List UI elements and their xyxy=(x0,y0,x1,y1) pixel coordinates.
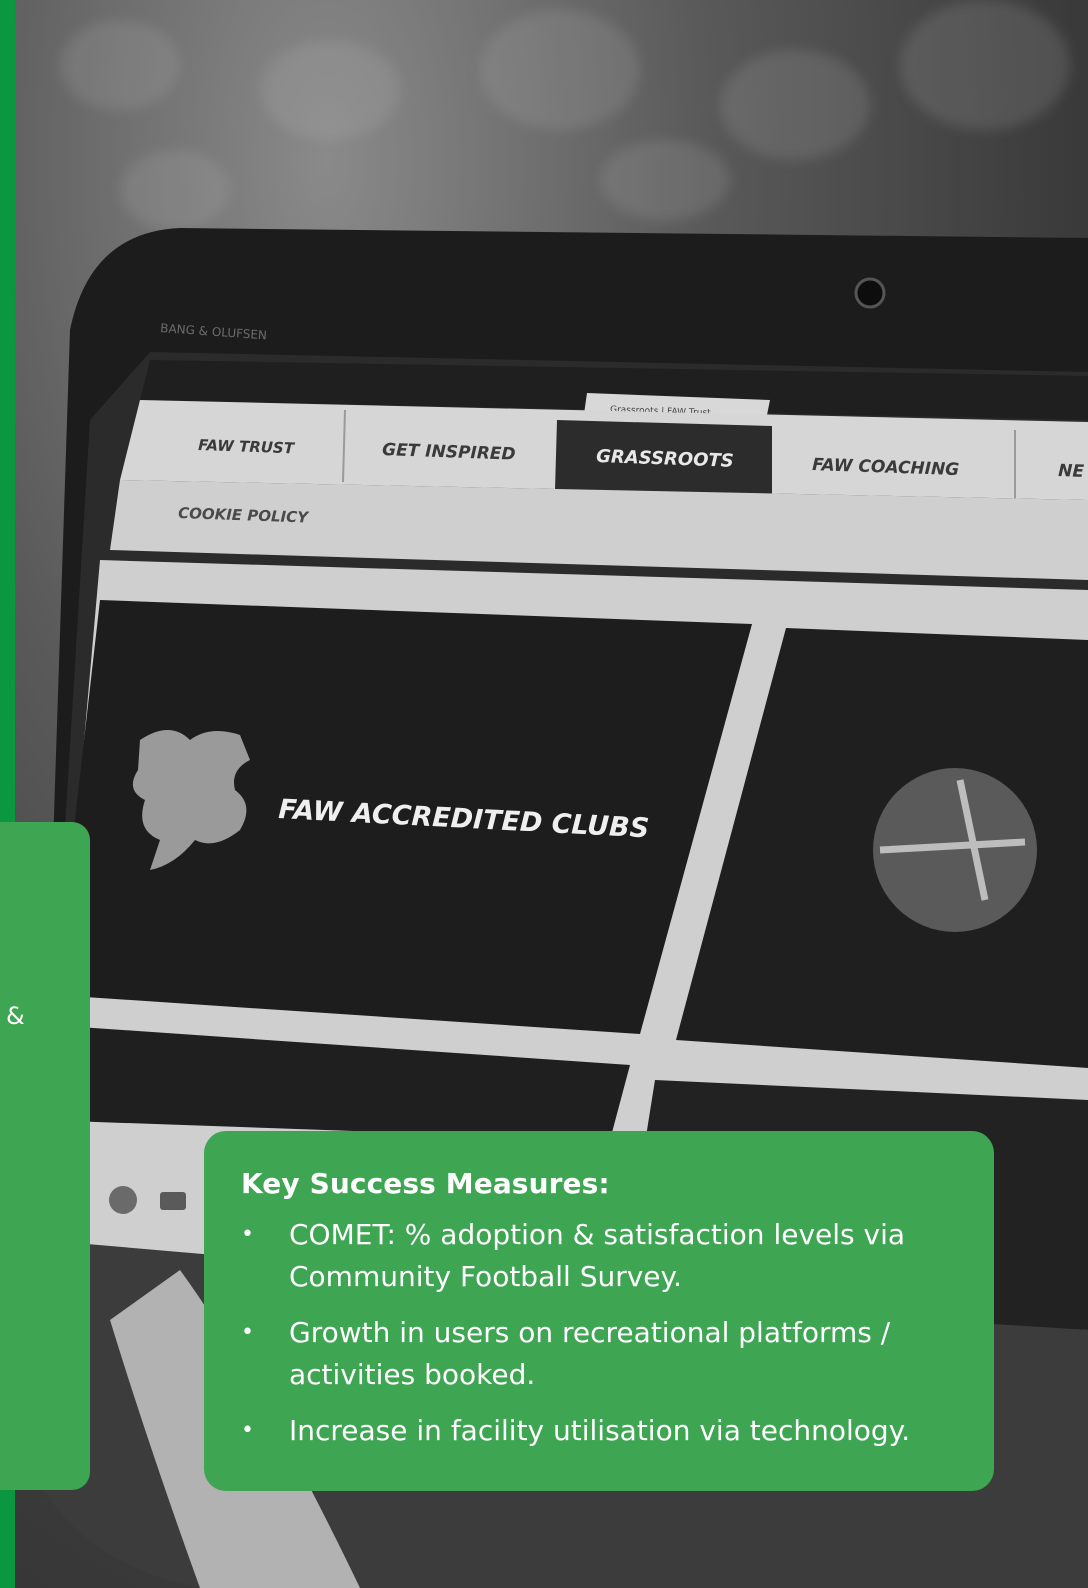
bullet-icon: • xyxy=(241,1222,254,1247)
measure-text: Increase in facility utilisation via tec… xyxy=(289,1414,911,1447)
measures-heading: Key Success Measures: xyxy=(241,1167,610,1200)
taskbar-mail-icon[interactable] xyxy=(160,1192,186,1210)
page: BANG & OLUFSEN Grassroots | FAW Trust FA… xyxy=(0,0,1088,1588)
measure-text: Growth in users on recreational platform… xyxy=(289,1316,891,1391)
taskbar-app-icon[interactable] xyxy=(109,1186,137,1214)
nav-tab-more[interactable]: NE xyxy=(1058,461,1085,482)
bullet-icon: • xyxy=(241,1320,254,1345)
nav-tab-faw-trust[interactable]: FAW TRUST xyxy=(198,436,296,457)
webcam-icon xyxy=(854,277,886,309)
list-item: • Increase in facility utilisation via t… xyxy=(241,1410,949,1452)
measures-list: • COMET: % adoption & satisfaction level… xyxy=(241,1214,954,1452)
list-item: • COMET: % adoption & satisfaction level… xyxy=(241,1214,949,1298)
bullet-icon: • xyxy=(241,1418,254,1443)
list-item: • Growth in users on recreational platfo… xyxy=(241,1312,949,1396)
left-card-text-fragment: & xyxy=(6,1002,25,1030)
left-info-card: & xyxy=(0,822,90,1490)
key-success-measures-card: Key Success Measures: • COMET: % adoptio… xyxy=(204,1131,994,1491)
measure-text: COMET: % adoption & satisfaction levels … xyxy=(289,1218,906,1293)
